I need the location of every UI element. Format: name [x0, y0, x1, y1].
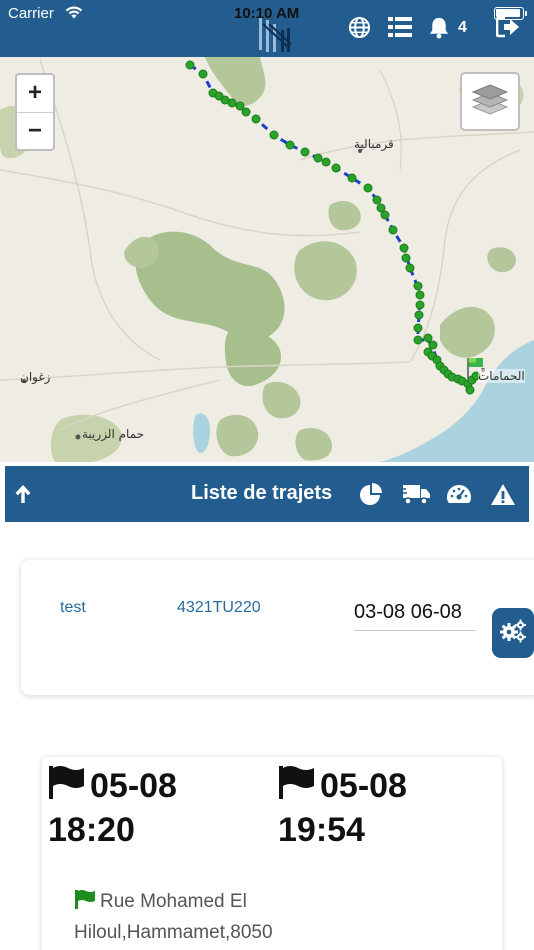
map-label-hammamet: الحمامات: [478, 369, 525, 383]
map-tiles: [0, 57, 534, 462]
cogs-icon: [499, 619, 527, 648]
warning-icon[interactable]: [489, 480, 517, 508]
layers-icon: [471, 82, 509, 121]
arrow-up-icon[interactable]: [10, 481, 36, 507]
trip-list-title: Liste de trajets: [191, 482, 333, 504]
trip-start-time: 18:20: [48, 811, 135, 849]
trip-list-bar: Liste de trajets: [5, 466, 529, 522]
trip-start-date: 05-08: [90, 767, 177, 805]
globe-icon[interactable]: [348, 16, 371, 39]
vehicle-name[interactable]: test: [60, 599, 86, 617]
vehicle-plate[interactable]: 4321TU220: [177, 599, 261, 617]
destination-flag-icon: [466, 357, 484, 384]
map-label-grombalia: قرمبالية: [354, 137, 394, 151]
map-label-zaghouan: زغوان: [20, 370, 51, 384]
trip-card[interactable]: 05-08 18:20 05-08 19:54 Rue Mohamed El H…: [42, 757, 502, 950]
carrier-label: Carrier: [8, 5, 54, 22]
app-screen: Carrier 10:10 AM 4 قرمبالية زغوان حمام ا…: [0, 0, 534, 950]
zoom-control: + −: [15, 73, 55, 151]
start-flag-icon: [48, 765, 86, 809]
zoom-in-button[interactable]: +: [17, 75, 53, 112]
notification-count: 4: [458, 19, 467, 36]
bell-icon[interactable]: [428, 16, 450, 39]
logout-icon[interactable]: [496, 16, 520, 38]
top-bar: Carrier 10:10 AM 4: [0, 0, 534, 57]
trip-end-time: 19:54: [278, 811, 365, 849]
settings-button[interactable]: [492, 608, 534, 658]
list-icon[interactable]: [388, 16, 412, 38]
trip-end-date: 05-08: [320, 767, 407, 805]
trip-start: 05-08 18:20: [48, 765, 177, 851]
wifi-icon: [64, 4, 84, 25]
address-flag-icon: [74, 889, 96, 918]
pie-chart-icon[interactable]: [357, 480, 385, 508]
trip-filter-card: test 4321TU220 03-08 06-08: [21, 560, 534, 695]
trip-start-address: Rue Mohamed El Hiloul,Hammamet,8050: [74, 887, 334, 947]
trip-start-address-text: Rue Mohamed El Hiloul,Hammamet,8050: [74, 891, 273, 943]
zoom-out-button[interactable]: −: [17, 113, 53, 150]
map-view[interactable]: قرمبالية زغوان حمام الزريبة الحمامات + −: [0, 57, 534, 462]
end-flag-icon: [278, 765, 316, 809]
truck-icon[interactable]: [399, 480, 433, 508]
map-label-hammam-zriba: حمام الزريبة: [82, 427, 145, 441]
date-range-field[interactable]: 03-08 06-08: [354, 598, 476, 631]
trip-end: 05-08 19:54: [278, 765, 407, 851]
status-time: 10:10 AM: [234, 5, 300, 22]
layers-button[interactable]: [460, 72, 520, 131]
speedometer-icon[interactable]: [445, 480, 473, 508]
